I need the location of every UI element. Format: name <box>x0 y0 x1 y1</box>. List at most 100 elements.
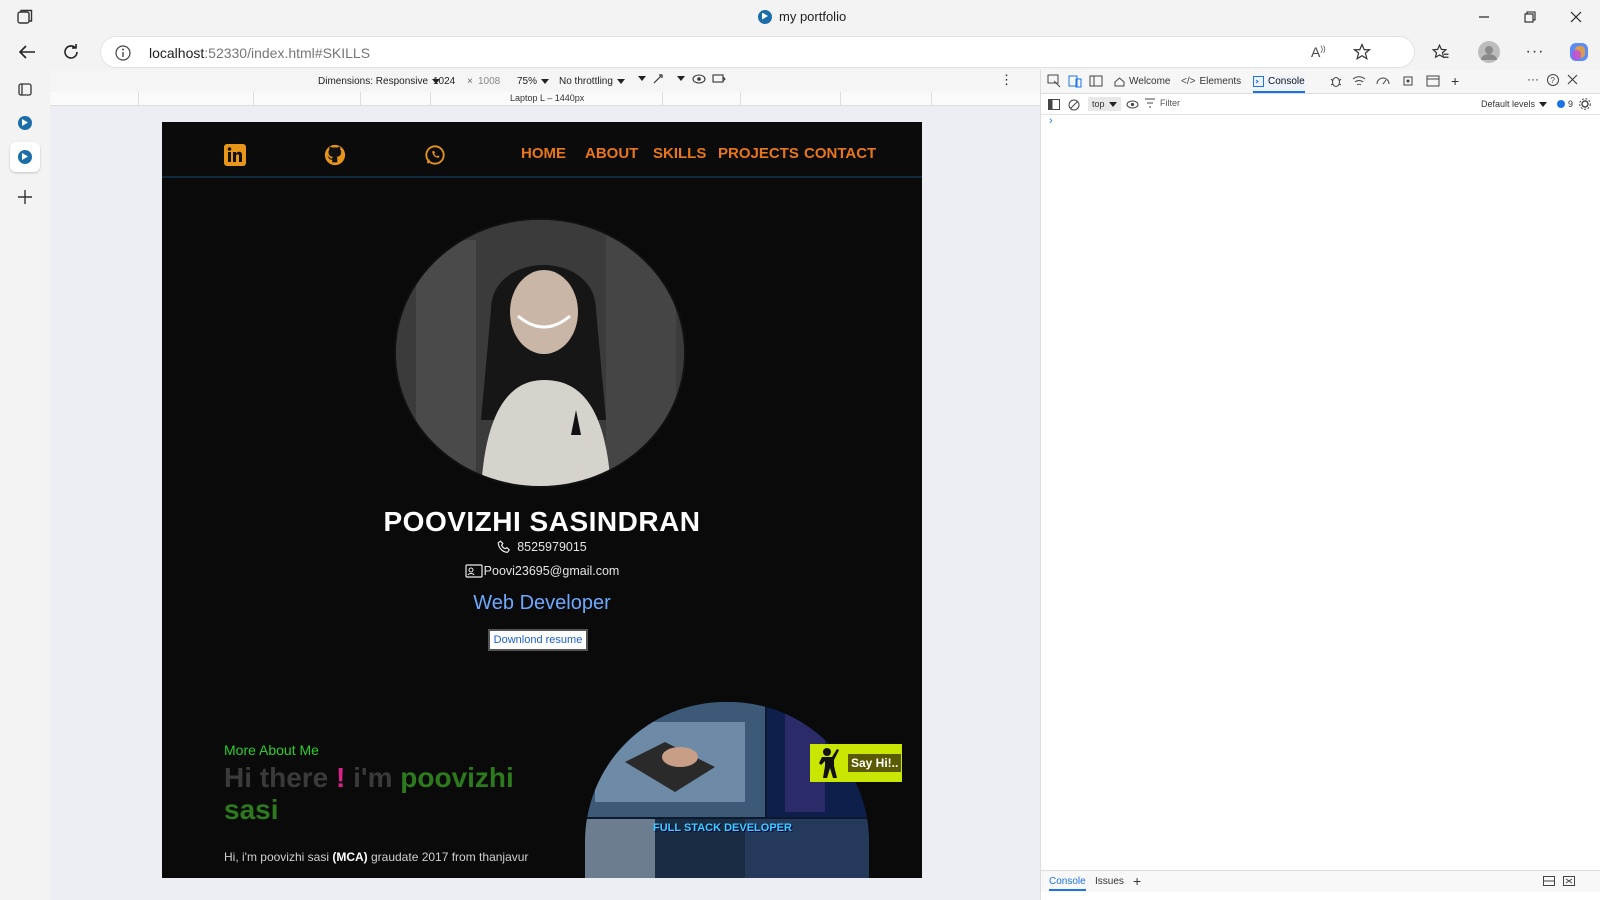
chevron-down-icon <box>616 79 625 84</box>
more-menu-icon[interactable]: ··· <box>1522 40 1548 64</box>
favorites-icon[interactable] <box>1428 40 1454 64</box>
bio-pre: Hi, i'm poovizhi sasi <box>224 850 333 864</box>
devtools-more-icon[interactable]: ··· <box>1527 72 1539 86</box>
back-arrow-icon[interactable] <box>14 40 40 64</box>
restore-button[interactable] <box>1516 6 1544 28</box>
bio-post: graudate 2017 from thanjavur <box>367 850 529 864</box>
throttling-select[interactable]: No throttling <box>559 76 625 87</box>
inspect-element-icon[interactable] <box>1047 74 1061 88</box>
more-options-select[interactable] <box>677 76 685 81</box>
home-icon <box>1114 77 1125 87</box>
tab-portfolio-1[interactable] <box>10 108 40 138</box>
tab-welcome-label: Welcome <box>1129 76 1171 87</box>
tab-actions-icon[interactable] <box>10 74 40 104</box>
portfolio-page: HOME ABOUT SKILLS PROJECTS CONTACT POOVI… <box>162 122 922 878</box>
role-title: Web Developer <box>473 592 611 614</box>
site-favicon-icon <box>758 9 772 24</box>
refresh-icon[interactable] <box>58 40 84 64</box>
debugger-icon[interactable] <box>1329 74 1343 88</box>
memory-icon[interactable] <box>1401 74 1415 88</box>
profile-photo <box>394 218 686 488</box>
device-toggle-icon[interactable] <box>1068 74 1082 88</box>
width-input[interactable]: 1024 <box>433 76 455 87</box>
nav-about[interactable]: ABOUT <box>585 145 638 162</box>
email-link[interactable]: Poovi23695@gmail.com <box>484 564 620 578</box>
devtools-tabbar: Welcome </> Elements Console + ··· ? <box>1041 70 1600 94</box>
copilot-icon[interactable] <box>1566 40 1592 64</box>
device-emulation-viewport: Dimensions: Responsive 1024 × 1008 75% N… <box>50 70 1040 900</box>
drawer-tab-issues[interactable]: Issues <box>1095 876 1124 887</box>
vision-deficiency-icon[interactable] <box>692 73 706 85</box>
phone-icon <box>497 540 511 554</box>
network-wifi-icon[interactable] <box>1352 74 1366 88</box>
site-info-icon[interactable] <box>115 45 131 61</box>
window-title-bar: my portfolio <box>0 0 1600 34</box>
console-settings-gear-icon[interactable] <box>1579 98 1591 110</box>
performance-icon[interactable] <box>1376 74 1390 88</box>
linkedin-icon[interactable] <box>224 144 246 166</box>
tab-elements-label: Elements <box>1199 76 1242 87</box>
ruler-label: Laptop L – 1440px <box>510 93 585 103</box>
whatsapp-icon[interactable] <box>424 144 446 166</box>
chevron-down-icon <box>541 79 550 84</box>
drawer-add-tab-icon[interactable]: + <box>1133 873 1141 889</box>
help-icon[interactable]: ? <box>1547 74 1559 86</box>
nav-contact[interactable]: CONTACT <box>804 145 876 162</box>
minimize-button[interactable] <box>1470 6 1498 28</box>
save-data-toggle[interactable] <box>638 76 646 81</box>
read-aloud-icon[interactable]: A)) <box>1311 44 1326 60</box>
new-tab-plus-icon[interactable] <box>10 182 40 212</box>
drawer-close-icon[interactable] <box>1563 876 1575 886</box>
console-prompt-chevron-icon[interactable]: › <box>1049 115 1053 127</box>
sensors-icon[interactable] <box>652 73 664 85</box>
add-panel-plus-icon[interactable]: + <box>1451 73 1459 89</box>
log-levels-select[interactable]: Default levels <box>1481 99 1548 109</box>
site-favicon-icon <box>18 116 32 130</box>
filter-icon <box>1145 98 1155 108</box>
say-hi-text: Say Hi!.. <box>848 754 902 772</box>
drawer-tab-console[interactable]: Console <box>1049 876 1086 891</box>
clear-console-icon[interactable] <box>1068 99 1080 111</box>
favorite-star-icon[interactable] <box>1353 43 1371 61</box>
issues-counter[interactable]: 9 <box>1557 99 1573 109</box>
download-resume-button[interactable]: Downlond resume <box>488 629 588 651</box>
tab-console[interactable]: Console <box>1253 76 1305 93</box>
dock-side-icon[interactable] <box>1089 74 1103 88</box>
svg-text:?: ? <box>1551 76 1556 85</box>
github-icon[interactable] <box>324 144 346 166</box>
ruler-tick <box>360 92 361 106</box>
say-hi-badge[interactable]: Say Hi!.. <box>810 744 902 782</box>
console-filter-input[interactable]: Filter <box>1145 98 1445 108</box>
close-window-button[interactable] <box>1562 6 1590 28</box>
live-expression-eye-icon[interactable] <box>1126 99 1139 110</box>
tab-welcome[interactable]: Welcome <box>1114 76 1171 87</box>
log-levels-label: Default levels <box>1481 99 1536 109</box>
address-bar[interactable]: localhost:52330/index.html#SKILLS A)) <box>100 36 1415 68</box>
ruler-tick <box>662 92 663 106</box>
tab-elements[interactable]: </> Elements <box>1181 76 1241 87</box>
context-select[interactable]: top <box>1088 97 1121 111</box>
device-toolbar-more-icon[interactable]: ⋮ <box>1000 72 1013 88</box>
contact-card-icon <box>465 564 483 578</box>
device-toolbar: Dimensions: Responsive 1024 × 1008 75% N… <box>50 70 1040 92</box>
height-input[interactable]: 1008 <box>478 76 500 87</box>
application-icon[interactable] <box>1426 74 1440 88</box>
nav-home[interactable]: HOME <box>521 145 566 162</box>
tab-portfolio-active[interactable] <box>10 142 40 172</box>
issues-badge-icon <box>1557 100 1565 108</box>
drawer-dock-icon[interactable] <box>1543 876 1555 886</box>
dimensions-select[interactable]: Dimensions: Responsive <box>318 76 441 87</box>
zoom-select[interactable]: 75% <box>517 76 550 87</box>
workspaces-icon[interactable] <box>16 8 34 26</box>
rotate-icon[interactable] <box>712 73 726 85</box>
context-label: top <box>1092 99 1105 109</box>
close-devtools-icon[interactable] <box>1567 74 1578 85</box>
ruler-tick <box>840 92 841 106</box>
intro-greeting: Hi there <box>224 762 337 793</box>
vertical-tab-strip <box>0 70 50 900</box>
nav-projects[interactable]: PROJECTS <box>718 145 799 162</box>
nav-skills[interactable]: SKILLS <box>653 145 706 162</box>
intro-heading: Hi there ! i'm poovizhi sasi <box>224 762 554 826</box>
sidebar-toggle-icon[interactable] <box>1048 99 1060 110</box>
profile-avatar-icon[interactable] <box>1476 40 1502 64</box>
